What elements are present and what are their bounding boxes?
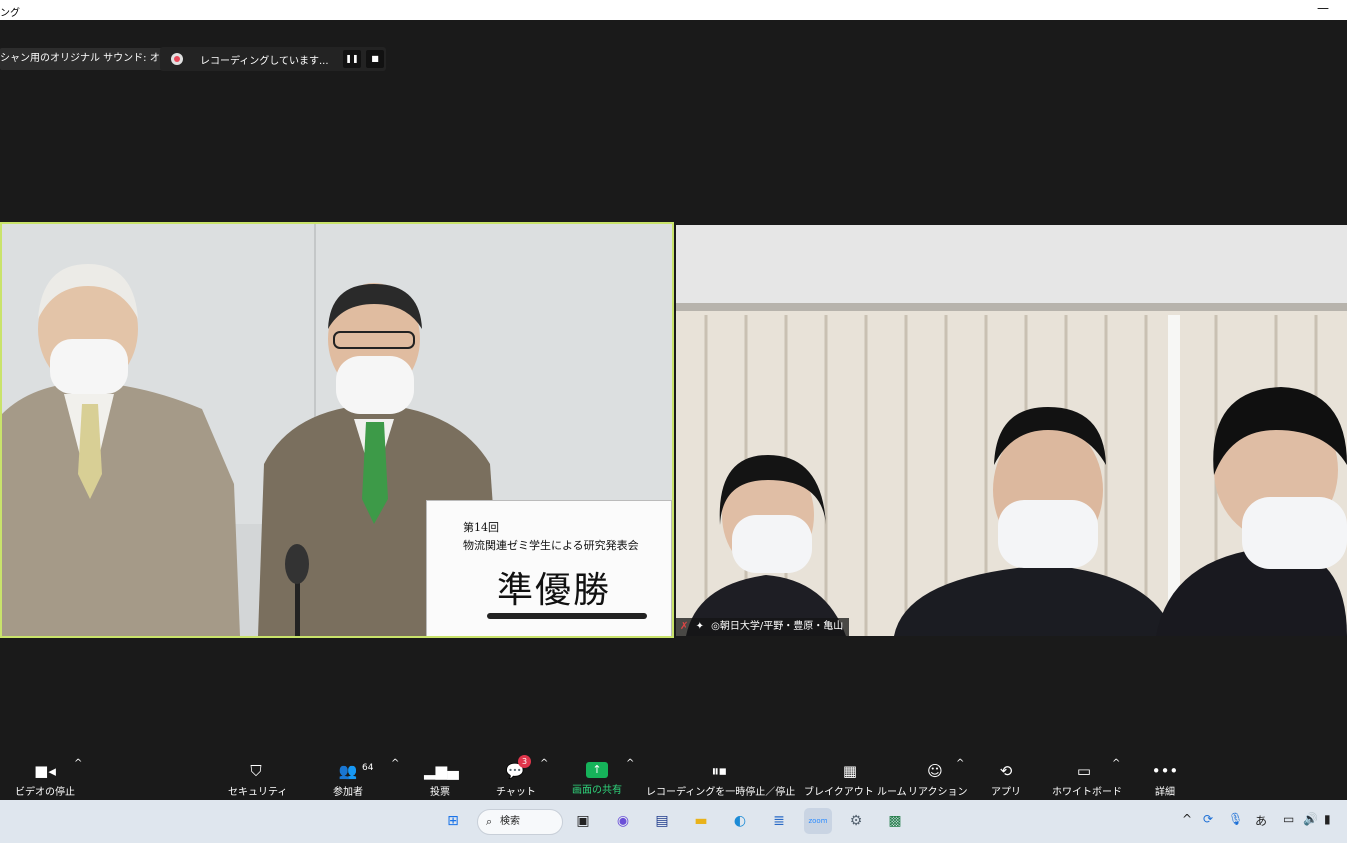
chat-button[interactable]: 💬 3 チャット	[496, 755, 536, 800]
recording-dot-icon	[171, 53, 183, 65]
stop-recording-button[interactable]: ■	[366, 50, 384, 68]
smiley-icon: ☺	[927, 762, 943, 780]
network-icon[interactable]: ▭	[1283, 812, 1294, 826]
whiteboard-options-caret[interactable]: ^	[1112, 758, 1120, 800]
task-view-icon[interactable]: ▣	[570, 808, 596, 834]
muted-mic-icon: ✗	[680, 621, 689, 632]
shield-icon: ⛉	[250, 762, 262, 780]
reactions-options-caret[interactable]: ^	[956, 758, 964, 800]
ime-indicator[interactable]: あ	[1255, 812, 1267, 829]
reactions-button[interactable]: ☺ リアクション	[908, 758, 968, 800]
pin-icon: ✦	[695, 621, 704, 632]
sign-event-title: 物流関連ゼミ学生による研究発表会	[463, 539, 639, 552]
windows-taskbar: ⊞ ⌕ 検索 ▣ ◉ ▤ ▬ ◐ ≣ zoom ⚙ ▩ ^ ⟳ 🎙 あ ▭ 🔊 …	[0, 800, 1347, 843]
record-label: レコーディングを一時停止／停止	[646, 787, 796, 798]
video-tile-participant[interactable]	[676, 225, 1347, 636]
breakout-label: ブレイクアウト ルーム	[804, 787, 907, 798]
minimize-button[interactable]: —	[1317, 1, 1329, 15]
whiteboard-label: ホワイトボード	[1052, 787, 1122, 798]
stop-video-button[interactable]: ■◂ ビデオの停止	[14, 758, 76, 800]
sign-event-number: 第14回	[463, 521, 499, 534]
participant-video-feed	[676, 225, 1347, 636]
pause-stop-icon: ⏸⏹	[711, 762, 727, 780]
chat-label: チャット	[496, 787, 536, 798]
more-button[interactable]: ••• 詳細	[1150, 758, 1180, 800]
window-titlebar: ング —	[0, 0, 1347, 20]
store-icon[interactable]: ▤	[649, 808, 675, 834]
windows-start-icon[interactable]: ⊞	[440, 808, 466, 834]
taskbar-search[interactable]: ⌕ 検索	[477, 809, 563, 835]
share-screen-label: 画面の共有	[572, 785, 622, 796]
apps-label: アプリ	[991, 787, 1021, 798]
zoom-app-icon[interactable]: zoom	[804, 808, 832, 834]
excel-icon[interactable]: ▩	[882, 808, 908, 834]
ellipsis-icon: •••	[1151, 762, 1179, 780]
bar-chart-icon: ▂▆▄	[424, 762, 459, 780]
onedrive-sync-icon[interactable]: ⟳	[1203, 812, 1213, 826]
whiteboard-icon: ▭	[1076, 762, 1092, 780]
polls-button[interactable]: ▂▆▄ 投票	[424, 758, 459, 800]
battery-icon[interactable]: ▮	[1324, 812, 1331, 826]
chat-options-caret[interactable]: ^	[540, 758, 548, 800]
participant-name-label: ✗ ✦ ◎朝日大学/平野・豊原・亀山	[676, 618, 850, 636]
participants-count: 64	[362, 763, 374, 773]
polls-label: 投票	[430, 787, 450, 798]
notepad-icon[interactable]: ≣	[766, 808, 792, 834]
reactions-label: リアクション	[908, 787, 968, 798]
window-title: ング	[0, 8, 20, 19]
search-label: 検索	[500, 816, 520, 827]
file-explorer-icon[interactable]: ▬	[688, 808, 714, 834]
chat-unread-badge: 3	[518, 755, 531, 768]
video-options-caret[interactable]: ^	[74, 758, 82, 800]
share-arrow-icon: ↑	[586, 762, 608, 778]
original-sound-indicator[interactable]: シャン用のオリジナル サウンド: オフ	[0, 48, 177, 70]
pause-stop-recording-button[interactable]: ⏸⏹ レコーディングを一時停止／停止	[646, 758, 796, 800]
participant-name: ◎朝日大学/平野・豊原・亀山	[711, 621, 844, 632]
apps-icon: ⟲	[999, 762, 1013, 780]
more-label: 詳細	[1155, 787, 1175, 798]
apps-button[interactable]: ⟲ アプリ	[990, 758, 1022, 800]
recording-status-text: レコーディングしています...	[200, 56, 329, 67]
search-icon: ⌕	[486, 815, 493, 828]
pause-recording-button[interactable]: ❚❚	[343, 50, 361, 68]
share-screen-button[interactable]: ↑ 画面の共有	[568, 758, 626, 800]
breakout-rooms-button[interactable]: ▦ ブレイクアウト ルーム	[804, 758, 907, 800]
whiteboard-button[interactable]: ▭ ホワイトボード	[1052, 758, 1122, 800]
participants-options-caret[interactable]: ^	[391, 758, 399, 800]
sign-award: 準優勝	[497, 570, 612, 611]
meeting-stage: シャン用のオリジナル サウンド: オフ レコーディングしています... ❚❚ ■	[0, 20, 1347, 758]
award-sign: 第14回 物流関連ゼミ学生による研究発表会 準優勝	[426, 500, 672, 636]
volume-icon[interactable]: 🔊	[1303, 812, 1318, 826]
grid-icon: ▦	[842, 762, 858, 780]
sign-brush-stroke	[487, 613, 647, 619]
share-options-caret[interactable]: ^	[626, 758, 634, 800]
stop-video-label: ビデオの停止	[15, 787, 75, 798]
tray-overflow-icon[interactable]: ^	[1182, 812, 1192, 826]
security-button[interactable]: ⛉ セキュリティ	[228, 758, 288, 800]
edge-browser-icon[interactable]: ◐	[727, 808, 753, 834]
security-label: セキュリティ	[228, 787, 288, 798]
settings-gear-icon[interactable]: ⚙	[843, 808, 869, 834]
video-tile-active-speaker[interactable]: 第14回 物流関連ゼミ学生による研究発表会 準優勝	[0, 222, 674, 638]
meeting-toolbar: ■◂ ビデオの停止 ^ ⛉ セキュリティ 👥 参加者 64 ^ ▂▆▄ 投票 💬…	[0, 755, 1347, 800]
microphone-icon[interactable]: 🎙	[1228, 812, 1243, 826]
teams-chat-icon[interactable]: ◉	[610, 808, 636, 834]
recording-indicator: レコーディングしています... ❚❚ ■	[160, 47, 386, 71]
participants-label: 参加者	[333, 787, 363, 798]
video-camera-icon: ■◂	[34, 762, 56, 780]
